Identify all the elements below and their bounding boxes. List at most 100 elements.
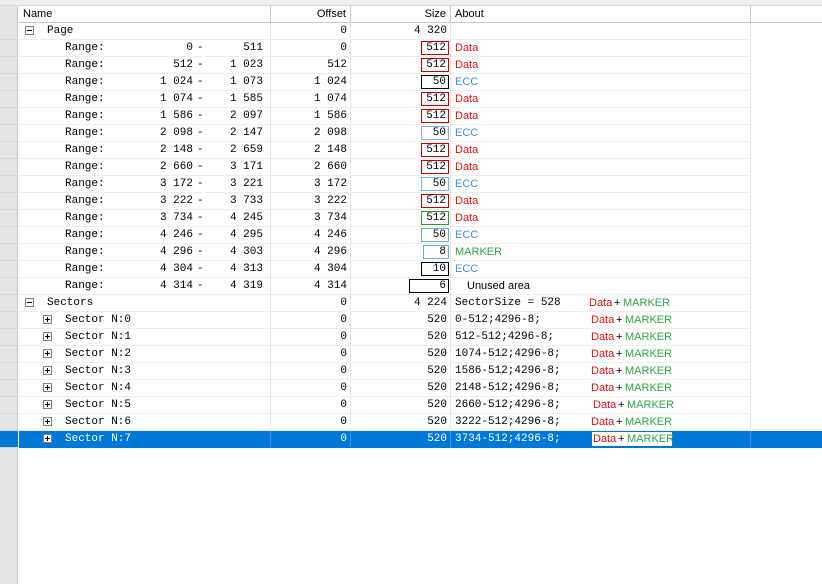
column-separator <box>270 261 271 277</box>
column-separator <box>450 142 451 158</box>
row-offset: 4 246 <box>313 229 347 241</box>
column-separator <box>450 210 451 226</box>
column-separator <box>450 312 451 328</box>
row-gutter-cell <box>0 397 18 414</box>
row-gutter-cell <box>0 346 18 363</box>
row-name: Range: <box>65 144 105 156</box>
column-separator <box>350 329 351 345</box>
column-separator <box>450 23 451 39</box>
tree-row-range[interactable]: Range: 4 296-4 303 4 296 8 MARKER <box>19 244 822 261</box>
tag-marker: MARKER <box>625 348 673 360</box>
row-size: 4 320 <box>413 25 447 37</box>
tree-row-range[interactable]: Range: 512-1 023 512 512 Data <box>19 57 822 74</box>
tree-row-range[interactable]: Range: 2 098-2 147 2 098 50 ECC <box>19 125 822 142</box>
tree-row-range[interactable]: Range: 1 586-2 097 1 586 512 Data <box>19 108 822 125</box>
tree-row-sector[interactable]: Sector N:3 0 520 1586-512;4296-8; Data + MAR… <box>19 363 822 380</box>
tag-marker: MARKER <box>625 382 673 394</box>
range-dash: - <box>197 229 204 241</box>
column-header-name[interactable]: Name <box>19 6 271 22</box>
expand-toggle-icon[interactable] <box>43 434 52 443</box>
tree-row-sectors[interactable]: Sectors 0 4 224 SectorSize = 528 Data + MARK… <box>19 295 822 312</box>
column-separator <box>750 329 751 345</box>
column-separator <box>750 142 751 158</box>
range-about: Data <box>455 110 479 122</box>
column-header-offset[interactable]: Offset <box>271 6 351 22</box>
tree-row-range[interactable]: Range: 3 222-3 733 3 222 512 Data <box>19 193 822 210</box>
column-separator <box>450 397 451 413</box>
row-gutter-cell <box>0 363 18 380</box>
tree-row-sector[interactable]: Sector N:7 0 520 3734-512;4296-8; Data + MAR… <box>19 431 822 448</box>
tree-row-range[interactable]: Range: 4 314-4 319 4 314 6 Unused area <box>19 278 822 295</box>
tree-row-sector[interactable]: Sector N:0 0 520 0-512;4296-8; Data + MARKER <box>19 312 822 329</box>
column-separator <box>750 40 751 56</box>
tree-row-sector[interactable]: Sector N:1 0 520 512-512;4296-8; Data + MARK… <box>19 329 822 346</box>
range-dash: - <box>197 178 204 190</box>
row-gutter-cell <box>0 312 18 329</box>
range-end: 1 073 <box>229 76 263 88</box>
column-separator <box>450 278 451 294</box>
row-name: Sector N:2 <box>65 348 132 360</box>
range-start: 1 586 <box>159 110 193 122</box>
row-size: 520 <box>427 314 447 326</box>
tree-row-range[interactable]: Range: 2 660-3 171 2 660 512 Data <box>19 159 822 176</box>
column-separator <box>350 363 351 379</box>
tree-row-range[interactable]: Range: 4 304-4 313 4 304 10 ECC <box>19 261 822 278</box>
tree-row-sector[interactable]: Sector N:4 0 520 2148-512;4296-8; Data + MAR… <box>19 380 822 397</box>
column-separator <box>750 74 751 90</box>
size-box: 512 <box>421 41 449 55</box>
range-start: 3 734 <box>159 212 193 224</box>
column-separator <box>270 210 271 226</box>
tree-row-range[interactable]: Range: 2 148-2 659 2 148 512 Data <box>19 142 822 159</box>
size-box: 512 <box>421 92 449 106</box>
expand-toggle-icon[interactable] <box>43 383 52 392</box>
tree-row-page[interactable]: Page 0 4 320 <box>19 23 822 40</box>
column-separator <box>350 74 351 90</box>
row-offset: 0 <box>340 348 347 360</box>
tag-data: Data <box>591 416 615 428</box>
row-gutter-cell <box>0 295 18 312</box>
column-separator <box>750 57 751 73</box>
column-separator <box>270 125 271 141</box>
column-header-size[interactable]: Size <box>351 6 451 22</box>
range-dash: - <box>197 59 204 71</box>
expand-toggle-icon[interactable] <box>43 400 52 409</box>
row-gutter-cell <box>0 91 18 108</box>
column-separator <box>450 363 451 379</box>
column-header-about[interactable]: About <box>451 6 751 22</box>
expand-toggle-icon[interactable] <box>43 366 52 375</box>
size-box: 10 <box>421 262 449 276</box>
tree-row-sector[interactable]: Sector N:6 0 520 3222-512;4296-8; Data + MAR… <box>19 414 822 431</box>
tree-row-range[interactable]: Range: 4 246-4 295 4 246 50 ECC <box>19 227 822 244</box>
size-box: 512 <box>421 211 449 225</box>
row-offset: 0 <box>340 331 347 343</box>
row-name: Sector N:3 <box>65 365 132 377</box>
column-separator <box>350 346 351 362</box>
column-separator <box>450 295 451 311</box>
column-separator <box>750 414 751 430</box>
column-separator <box>450 414 451 430</box>
tree-row-sector[interactable]: Sector N:5 0 520 2660-512;4296-8; Data + MAR… <box>19 397 822 414</box>
range-about: ECC <box>455 178 479 190</box>
column-separator <box>750 108 751 124</box>
tree-row-range[interactable]: Range: 0-511 0 512 Data <box>19 40 822 57</box>
tree-row-range[interactable]: Range: 3 172-3 221 3 172 50 ECC <box>19 176 822 193</box>
row-about: 0-512;4296-8; <box>455 314 541 326</box>
expand-toggle-icon[interactable] <box>43 332 52 341</box>
collapse-toggle-icon[interactable] <box>25 26 34 35</box>
tree-row-range[interactable]: Range: 1 074-1 585 1 074 512 Data <box>19 91 822 108</box>
row-offset: 4 314 <box>313 280 347 292</box>
range-about: Data <box>455 195 479 207</box>
row-gutter-cell <box>0 23 18 40</box>
collapse-toggle-icon[interactable] <box>25 298 34 307</box>
column-separator <box>270 312 271 328</box>
tree-row-range[interactable]: Range: 3 734-4 245 3 734 512 Data <box>19 210 822 227</box>
column-separator <box>350 23 351 39</box>
tree-row-range[interactable]: Range: 1 024-1 073 1 024 50 ECC <box>19 74 822 91</box>
expand-toggle-icon[interactable] <box>43 349 52 358</box>
expand-toggle-icon[interactable] <box>43 315 52 324</box>
column-separator <box>270 278 271 294</box>
tree-row-sector[interactable]: Sector N:2 0 520 1074-512;4296-8; Data + MAR… <box>19 346 822 363</box>
expand-toggle-icon[interactable] <box>43 417 52 426</box>
row-gutter-cell <box>0 380 18 397</box>
column-separator <box>750 244 751 260</box>
